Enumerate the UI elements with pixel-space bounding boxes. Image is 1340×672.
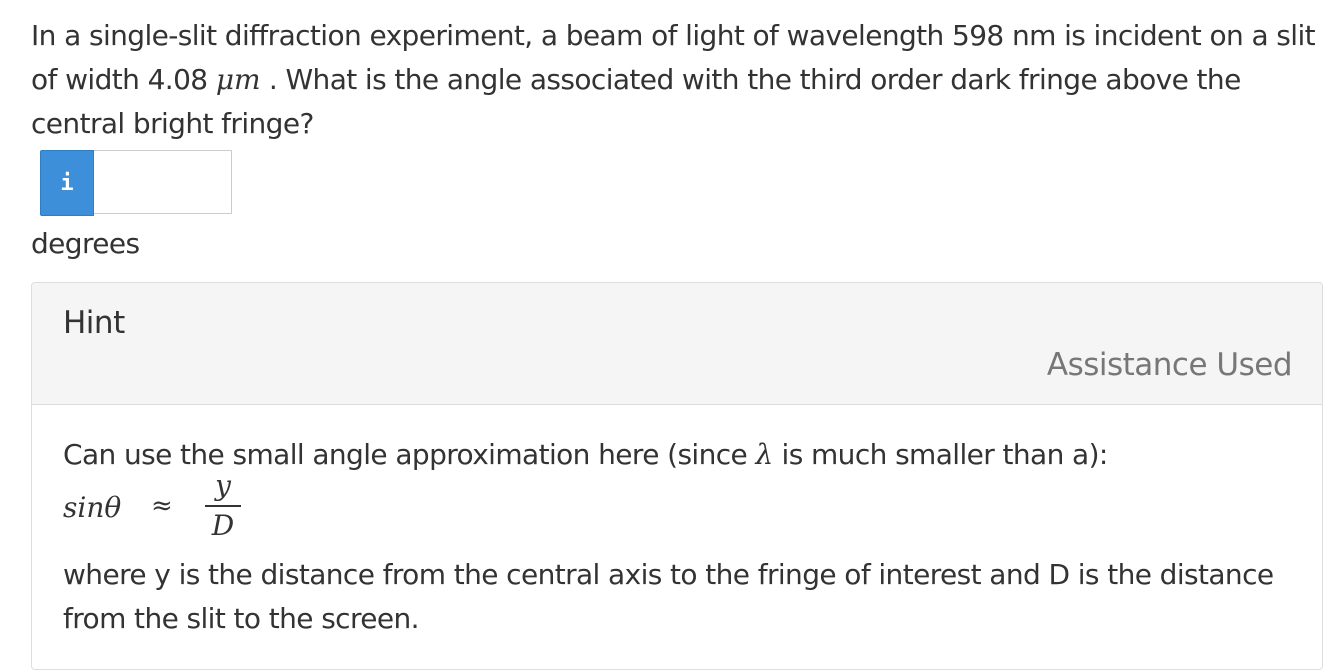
hint-panel: Hint Assistance Used Can use the small a… [31,282,1323,670]
fraction-bar [205,505,241,507]
micrometer-unit: μm [215,63,261,96]
hint-panel-heading[interactable]: Hint Assistance Used [32,283,1322,405]
small-angle-formula: sinθ ≈ y D [63,469,1303,553]
answer-unit: degrees [31,227,140,260]
hint-title: Hint [63,305,125,341]
formula-numerator: y [215,469,231,502]
assistance-used-status: Assistance Used [1046,347,1293,383]
hint-line-1: Can use the small angle approximation he… [63,433,1303,477]
formula-denominator: D [211,509,235,542]
formula-lhs: sinθ [63,491,122,524]
answer-input[interactable] [94,150,232,214]
answer-row: i [40,150,232,216]
lambda-symbol: λ [755,438,774,471]
hint-body: Can use the small angle approximation he… [63,433,1303,641]
hint-line-2: where y is the distance from the central… [63,558,1274,635]
hint-line-1-after: is much smaller than a): [773,438,1109,471]
approx-symbol: ≈ [151,491,173,521]
hint-line-1-before: Can use the small angle approximation he… [63,438,756,471]
info-icon-button[interactable]: i [40,150,94,216]
info-icon: i [60,170,74,196]
question-text: In a single-slit diffraction experiment,… [31,14,1321,146]
page: In a single-slit diffraction experiment,… [0,0,1340,672]
formula-fraction: y D [205,469,241,543]
